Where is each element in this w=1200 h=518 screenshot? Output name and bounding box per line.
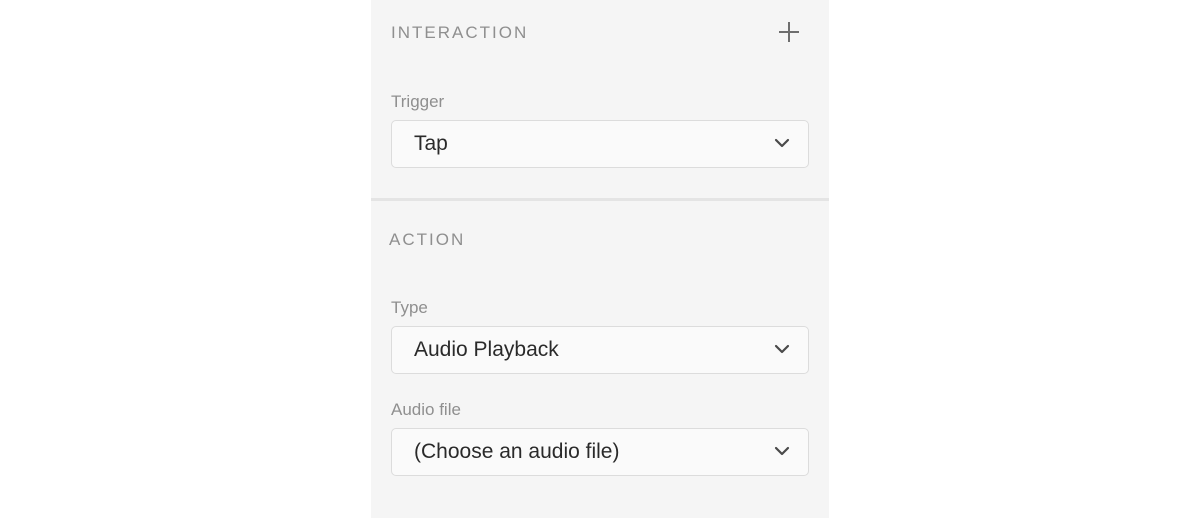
trigger-value: Tap <box>414 132 448 155</box>
interaction-properties-panel: INTERACTION Trigger Tap ACTION Type Audi… <box>371 0 829 518</box>
add-interaction-button[interactable] <box>777 20 801 44</box>
interaction-heading: INTERACTION <box>391 23 529 42</box>
chevron-down-icon <box>774 446 790 456</box>
interaction-section: INTERACTION Trigger Tap <box>371 0 829 198</box>
trigger-label: Trigger <box>391 92 445 111</box>
chevron-down-icon <box>774 138 790 148</box>
type-value: Audio Playback <box>414 338 559 361</box>
audio-file-label: Audio file <box>391 400 461 419</box>
type-dropdown[interactable]: Audio Playback <box>391 326 809 374</box>
action-heading: ACTION <box>389 230 466 249</box>
trigger-dropdown[interactable]: Tap <box>391 120 809 168</box>
action-section: ACTION Type Audio Playback Audio file (C… <box>371 201 829 518</box>
audio-file-value: (Choose an audio file) <box>414 440 620 463</box>
audio-file-dropdown[interactable]: (Choose an audio file) <box>391 428 809 476</box>
type-label: Type <box>391 298 428 317</box>
chevron-down-icon <box>774 344 790 354</box>
